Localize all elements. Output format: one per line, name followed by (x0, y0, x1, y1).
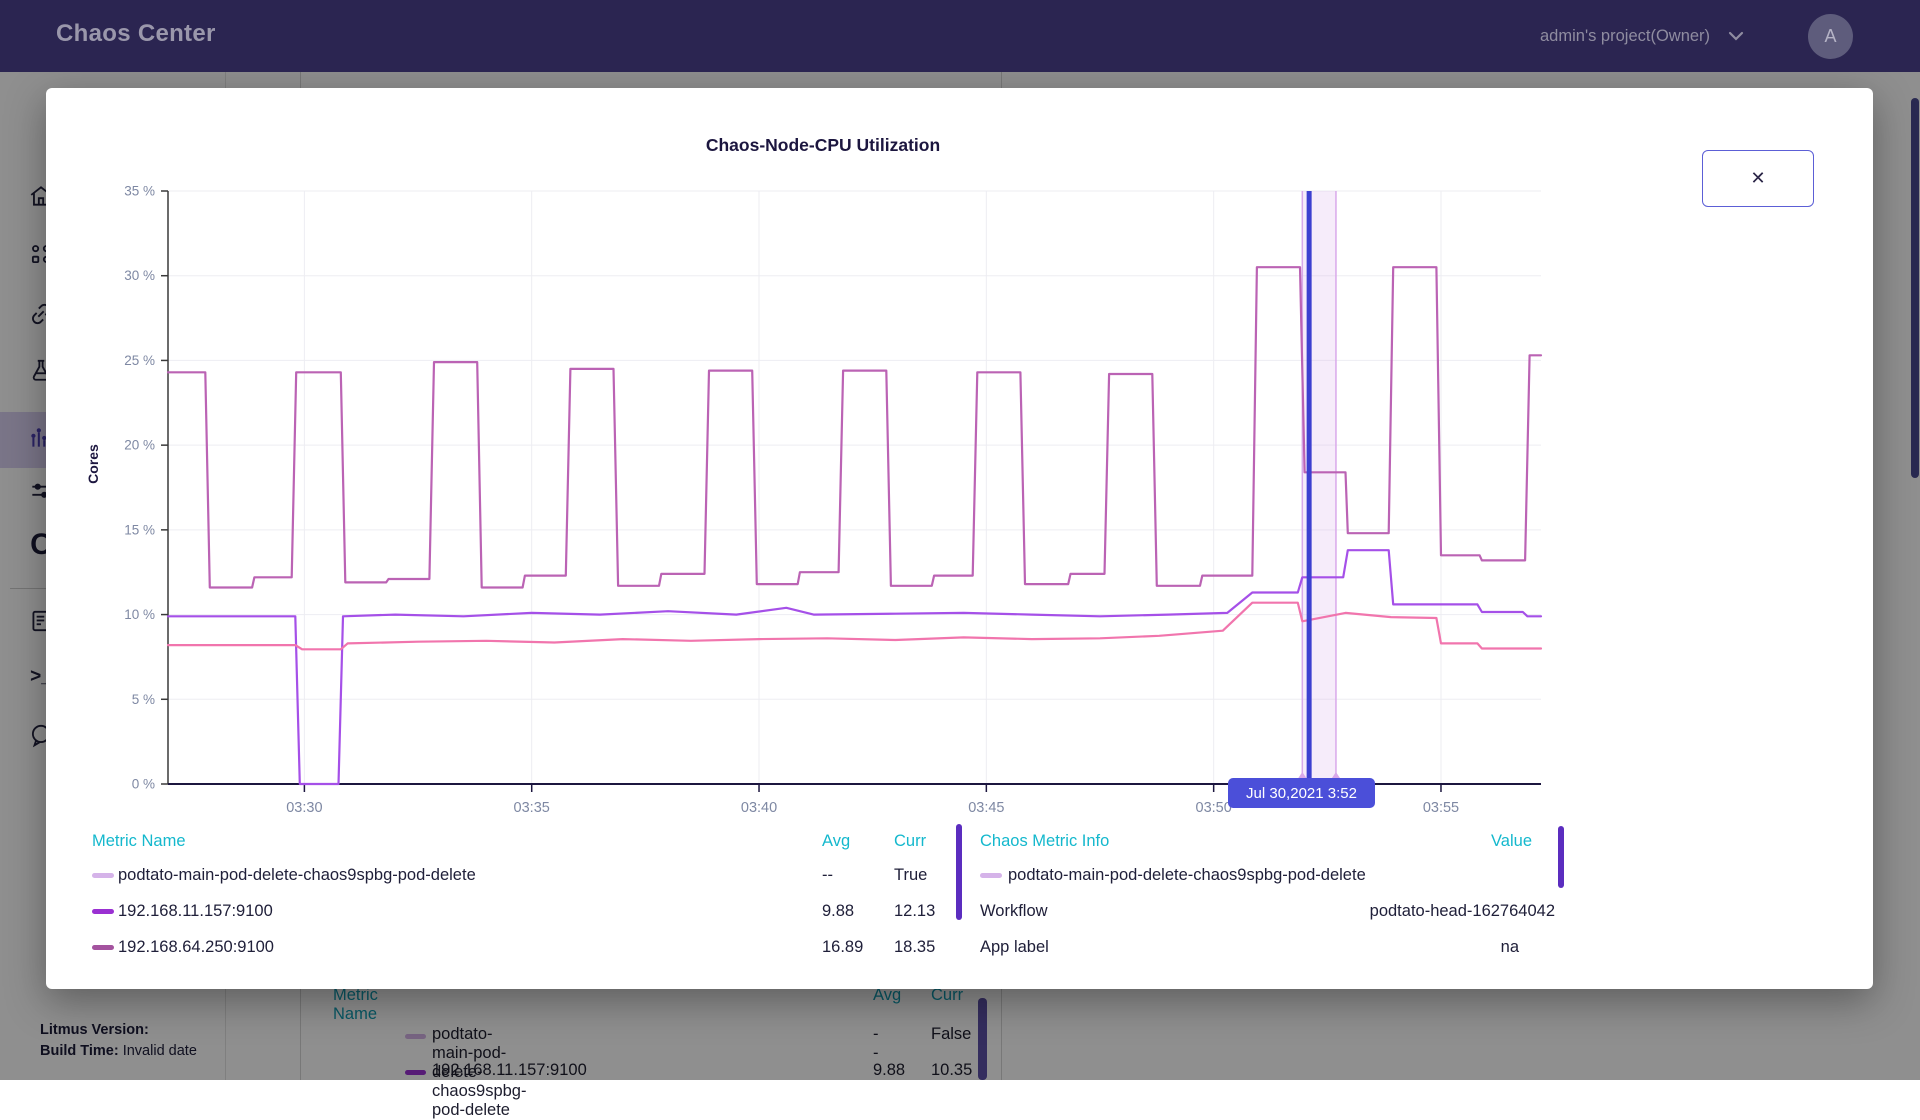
svg-text:03:30: 03:30 (286, 800, 322, 816)
svg-text:15 %: 15 % (124, 522, 155, 537)
legend-row1-dash (92, 873, 114, 878)
legend-row3-label: 192.168.64.250:9100 (118, 930, 274, 964)
svg-text:0 %: 0 % (132, 777, 155, 792)
chaos-info-value-header: Value (1491, 828, 1532, 854)
chart-tooltip: Jul 30,2021 3:52 (1228, 778, 1375, 808)
svg-text:20 %: 20 % (124, 438, 155, 453)
svg-text:03:40: 03:40 (741, 800, 777, 816)
chart-modal: Chaos-Node-CPU Utilization ✕ Cores 0 %5 … (46, 88, 1873, 989)
chaos-row3-label: App label (980, 930, 1049, 964)
svg-text:03:50: 03:50 (1196, 800, 1232, 816)
legend-row2-label: 192.168.11.157:9100 (118, 894, 273, 928)
legend-row1-avg: -- (822, 858, 833, 892)
chaos-info-header: Chaos Metric Info (980, 828, 1109, 854)
legend-header-curr: Curr (894, 828, 926, 854)
chaos-info-divider-bar (1558, 826, 1564, 888)
close-icon: ✕ (1750, 168, 1765, 188)
app-title: Chaos Center (56, 20, 216, 48)
legend-row3-dash (92, 945, 114, 950)
project-selector[interactable]: admin's project(Owner) (1540, 22, 1744, 50)
legend-row1-curr: True (894, 858, 927, 892)
chaos-row3-value: na (1501, 930, 1519, 964)
legend-row1-label: podtato-main-pod-delete-chaos9spbg-pod-d… (118, 858, 476, 892)
chaos-row1-dash (980, 873, 1002, 878)
chaos-row2-label: Workflow (980, 894, 1048, 928)
chart-title: Chaos-Node-CPU Utilization (93, 135, 1553, 156)
project-selector-label: admin's project(Owner) (1540, 27, 1710, 46)
legend-row2-dash (92, 909, 114, 914)
legend-row3-avg: 16.89 (822, 930, 863, 964)
legend-row2-avg: 9.88 (822, 894, 854, 928)
close-button[interactable]: ✕ (1702, 150, 1814, 207)
legend-row2-curr: 12.13 (894, 894, 935, 928)
svg-text:5 %: 5 % (132, 692, 155, 707)
svg-text:30 %: 30 % (124, 268, 155, 283)
svg-text:10 %: 10 % (124, 607, 155, 622)
svg-text:03:35: 03:35 (514, 800, 550, 816)
chaos-row1-label: podtato-main-pod-delete-chaos9spbg-pod-d… (1008, 858, 1366, 892)
svg-text:25 %: 25 % (124, 353, 155, 368)
legend-divider-bar (956, 824, 962, 920)
chevron-down-icon (1728, 27, 1744, 46)
chaos-row2-value: podtato-head-162764042 (1370, 894, 1555, 928)
svg-text:03:45: 03:45 (968, 800, 1004, 816)
avatar[interactable]: A (1808, 14, 1853, 59)
legend-header-avg: Avg (822, 828, 850, 854)
chart-area: 0 % 5 % 10 % 15 % 20 % 25 % 30 % 35 % 03:30 03:35… (93, 181, 1553, 821)
legend-row3-curr: 18.35 (894, 930, 935, 964)
legend-header-metric: Metric Name (92, 828, 186, 854)
svg-text:03:55: 03:55 (1423, 800, 1459, 816)
avatar-letter: A (1824, 26, 1836, 47)
cpu-utilization-chart: 0 % 5 % 10 % 15 % 20 % 25 % 30 % 35 % 03:30 03:35… (93, 181, 1553, 821)
svg-text:35 %: 35 % (124, 184, 155, 199)
top-header: Chaos Center admin's project(Owner) A (0, 0, 1920, 72)
